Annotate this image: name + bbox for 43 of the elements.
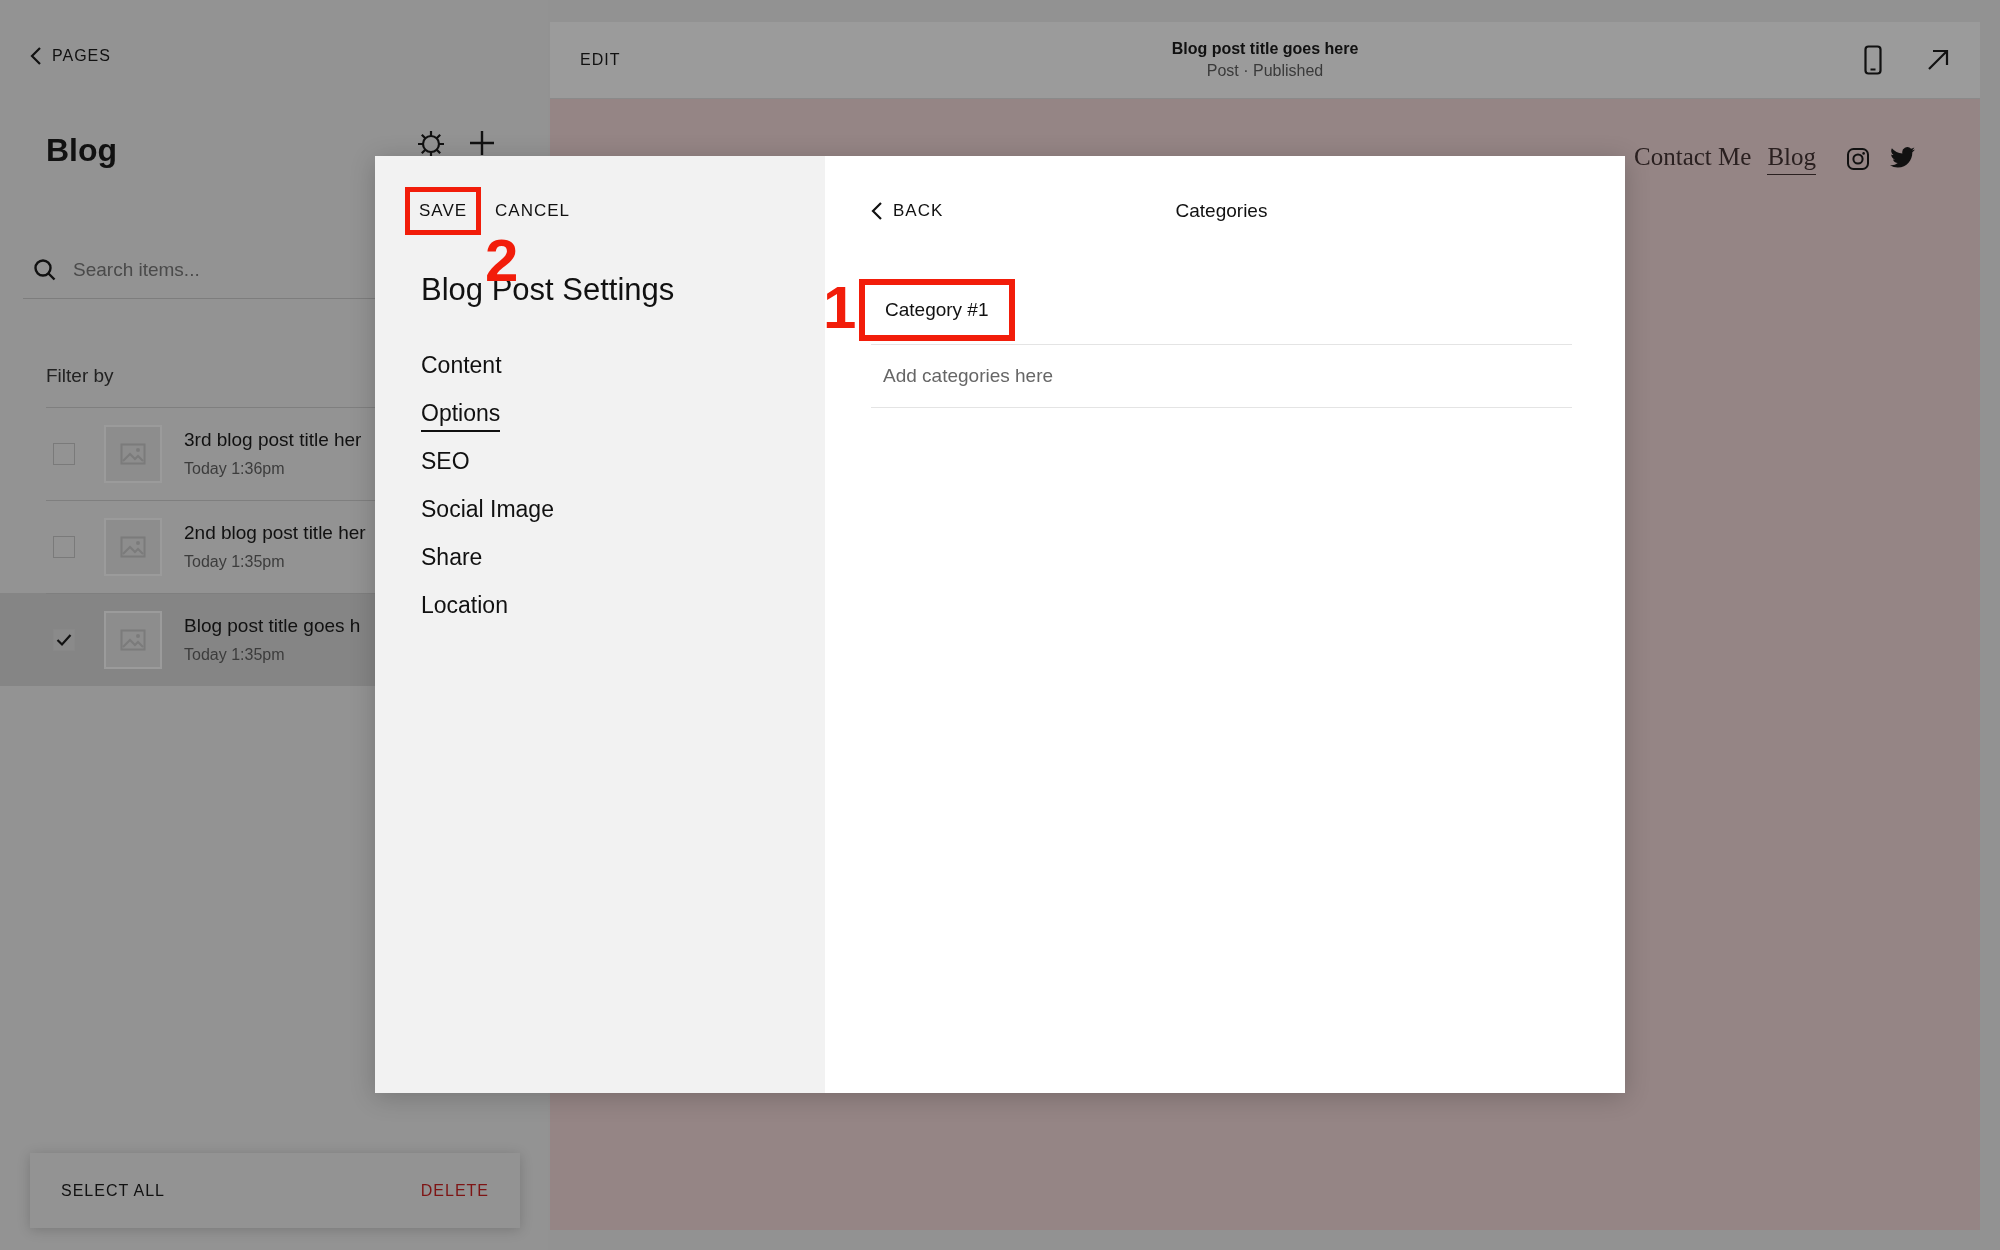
mobile-phone-icon[interactable] <box>1864 45 1882 75</box>
filter-label: Filter by <box>46 365 114 387</box>
add-icon[interactable] <box>468 129 496 157</box>
edit-button[interactable]: EDIT <box>580 51 780 69</box>
pages-back-link[interactable]: PAGES <box>30 46 111 66</box>
post-title: 3rd blog post title her <box>184 429 362 451</box>
category-input-field[interactable]: Add categories here <box>871 345 1572 408</box>
annotation-number: 1 <box>823 278 857 338</box>
image-placeholder-icon <box>104 517 162 576</box>
settings-menu-item[interactable]: Share <box>421 544 483 576</box>
back-chevron-icon <box>871 201 883 221</box>
checkbox[interactable] <box>53 628 75 651</box>
search-field[interactable]: Search items... <box>71 258 355 282</box>
image-placeholder-icon <box>104 610 162 669</box>
category-item[interactable]: Category #1 <box>859 279 1015 341</box>
settings-menu-item[interactable]: Location <box>421 592 508 624</box>
sidebar-title: Blog <box>46 131 119 169</box>
post-time: Today 1:35pm <box>184 553 286 571</box>
back-chevron-icon <box>30 46 42 66</box>
settings-menu-item[interactable]: Content <box>421 352 502 384</box>
post-time: Today 1:35pm <box>184 646 286 664</box>
instagram-icon[interactable] <box>1846 147 1870 171</box>
post-title: Blog post title goes h <box>184 615 361 637</box>
post-status: Post · Published <box>1206 62 1324 80</box>
select-all-button[interactable]: SELECT ALL <box>61 1181 165 1200</box>
back-link[interactable]: BACK <box>871 201 944 221</box>
settings-menu-item[interactable]: Options <box>421 400 501 432</box>
checkbox[interactable] <box>53 535 75 558</box>
post-title: Blog post title goes here <box>1171 40 1359 58</box>
settings-menu-item[interactable]: SEO <box>421 448 470 480</box>
panel-title: Categories <box>1175 200 1268 222</box>
twitter-bird-icon[interactable] <box>1890 147 1916 169</box>
checkbox[interactable] <box>53 442 75 465</box>
search-icon <box>33 258 57 282</box>
image-placeholder-icon <box>104 424 162 483</box>
settings-icon[interactable] <box>416 129 446 159</box>
cancel-button[interactable]: CANCEL <box>495 187 585 235</box>
nav-link[interactable]: Blog <box>1767 143 1816 175</box>
arrow-icon[interactable] <box>1926 48 1950 72</box>
nav-link[interactable]: Contact Me <box>1634 143 1752 175</box>
post-time: Today 1:36pm <box>184 460 286 478</box>
settings-menu-item[interactable]: Social Image <box>421 496 554 528</box>
post-title: 2nd blog post title her <box>184 522 366 544</box>
